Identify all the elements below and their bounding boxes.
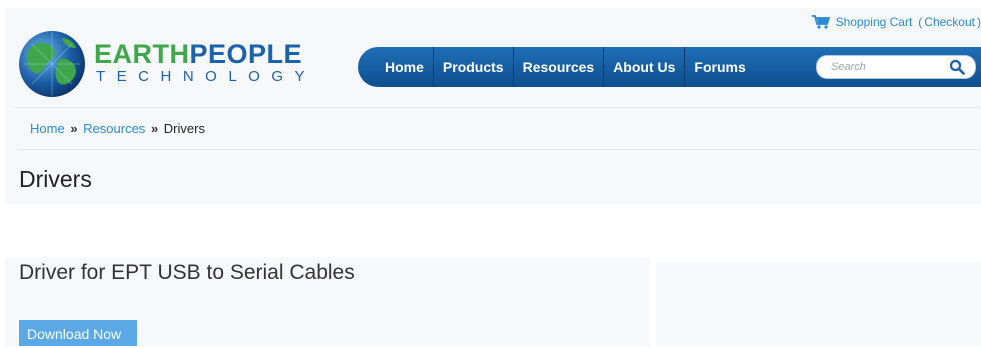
- logo-technology: TECHNOLOGY: [96, 68, 317, 85]
- breadcrumb-current: Drivers: [163, 121, 205, 136]
- checkout-link[interactable]: Checkout: [924, 15, 975, 29]
- breadcrumb-resources[interactable]: Resources: [83, 121, 145, 136]
- logo-earth: EARTH: [94, 39, 190, 69]
- paren-open: (: [918, 15, 923, 29]
- driver-section-title: Driver for EPT USB to Serial Cables: [19, 261, 355, 284]
- page-title: Drivers: [19, 166, 92, 192]
- breadcrumb-separator: »: [70, 121, 78, 136]
- globe-logo-icon: [19, 31, 85, 97]
- breadcrumb-home[interactable]: Home: [30, 121, 65, 136]
- cart-bar: Shopping Cart ( Checkout ): [811, 14, 981, 30]
- breadcrumb: Home » Resources » Drivers: [30, 121, 205, 136]
- side-panel: [656, 262, 981, 346]
- header-divider: [14, 107, 980, 108]
- search-box: [816, 55, 976, 79]
- paren-close: ): [977, 15, 981, 29]
- download-now-button[interactable]: Download Now: [19, 320, 137, 346]
- search-icon[interactable]: [949, 59, 965, 75]
- breadcrumb-divider: [18, 149, 980, 150]
- logo-text: EARTHPEOPLE TECHNOLOGY: [94, 40, 316, 86]
- breadcrumb-separator: »: [150, 121, 159, 136]
- shopping-cart-link[interactable]: Shopping Cart: [836, 15, 913, 29]
- nav-home[interactable]: Home: [358, 47, 434, 87]
- nav-forums[interactable]: Forums: [685, 47, 754, 87]
- main-nav: Home Products Resources About Us Forums: [358, 47, 981, 87]
- search-input[interactable]: [831, 59, 946, 75]
- nav-resources[interactable]: Resources: [514, 47, 605, 87]
- logo-wordmark: EARTHPEOPLE: [94, 40, 316, 68]
- site-logo[interactable]: EARTHPEOPLE TECHNOLOGY: [18, 30, 316, 98]
- logo-people: PEOPLE: [189, 39, 303, 69]
- nav-products[interactable]: Products: [434, 47, 514, 87]
- shopping-cart-icon[interactable]: [811, 15, 830, 29]
- nav-about-us[interactable]: About Us: [604, 47, 686, 87]
